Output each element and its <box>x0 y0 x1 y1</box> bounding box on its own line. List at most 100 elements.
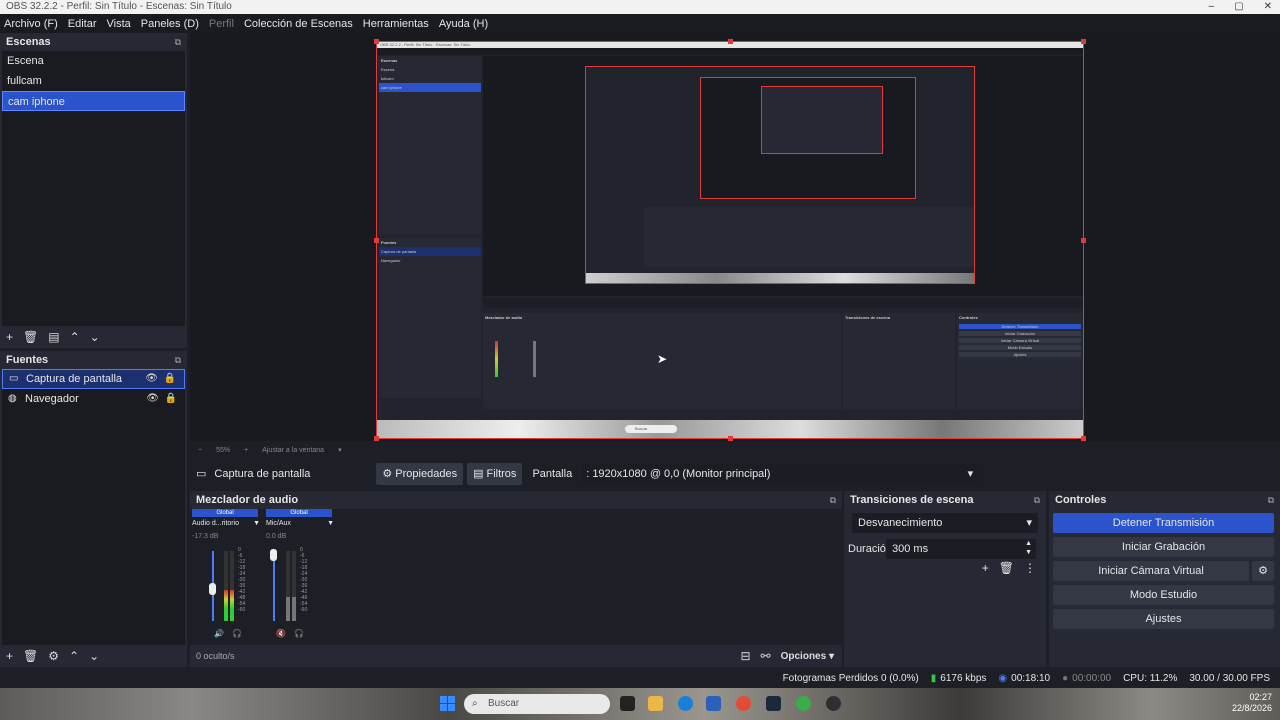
inner-recursive-canvas <box>761 86 883 154</box>
link-icon[interactable]: ⚯ <box>761 649 771 663</box>
store-icon[interactable] <box>706 696 721 711</box>
filter-icon[interactable]: ▤ <box>48 330 59 344</box>
obs-icon[interactable] <box>826 696 841 711</box>
undock-icon[interactable]: ⧉ <box>1034 491 1040 509</box>
terminal-icon[interactable] <box>620 696 635 711</box>
preview-canvas[interactable]: OBS 32.2.2 - Perfil: Sin Título - Escena… <box>374 39 1086 441</box>
fit-window-select[interactable]: Ajustar a la ventana <box>262 447 324 454</box>
resize-handle[interactable] <box>1081 238 1086 243</box>
studio-mode-button[interactable]: Modo Estudio <box>1053 585 1274 605</box>
minimize-icon[interactable]: – <box>1209 0 1215 14</box>
more-options-icon[interactable]: ⋮ <box>1024 561 1036 575</box>
resize-handle[interactable] <box>374 39 379 44</box>
lock-icon[interactable]: 🔒 <box>165 389 177 409</box>
duration-spinbox[interactable]: 300 ms ▲ ▼ <box>886 539 1036 559</box>
menu-ayuda[interactable]: Ayuda (H) <box>439 18 488 30</box>
chevron-down-icon[interactable]: ▾ <box>338 446 342 454</box>
steam-icon[interactable] <box>766 696 781 711</box>
move-up-icon[interactable]: ⌃ <box>69 649 79 663</box>
scene-item-cam-iphone[interactable]: cam iphone <box>2 91 185 111</box>
stop-stream-button[interactable]: Detener Transmisión <box>1053 513 1274 533</box>
preview-area[interactable]: OBS 32.2.2 - Perfil: Sin Título - Escena… <box>190 33 1280 441</box>
close-icon[interactable]: ✕ <box>1264 0 1272 14</box>
gear-icon: ⚙ <box>1258 565 1268 577</box>
inner-inner-docks <box>644 207 974 267</box>
volume-slider[interactable] <box>273 551 275 621</box>
scene-item-fullcam[interactable]: fullcam <box>2 71 185 91</box>
move-up-icon[interactable]: ⌃ <box>70 330 80 344</box>
source-item-navegador[interactable]: ◍ Navegador 👁 🔒 <box>2 389 185 409</box>
source-item-captura[interactable]: ▭ Captura de pantalla 👁 🔒 <box>2 369 185 389</box>
resize-handle[interactable] <box>728 39 733 44</box>
scene-item-escena[interactable]: Escena <box>2 51 185 71</box>
gear-icon: ⚙ <box>382 468 393 480</box>
options-button[interactable]: Opciones ▾ <box>781 651 834 662</box>
chevron-down-icon[interactable]: ▼ <box>327 520 334 527</box>
menu-perfil[interactable]: Perfil <box>209 18 234 30</box>
resize-handle[interactable] <box>374 436 379 441</box>
lock-icon[interactable]: 🔒 <box>164 369 176 389</box>
folder-icon[interactable] <box>648 696 663 711</box>
menu-coleccion[interactable]: Colección de Escenas <box>244 18 353 30</box>
volume-knob[interactable] <box>270 549 277 561</box>
taskbar-clock[interactable]: 02:27 22/8/2026 <box>1232 692 1272 714</box>
speaker-icon[interactable]: 🔊 <box>214 629 224 638</box>
undock-icon[interactable]: ⧉ <box>1268 491 1274 509</box>
chevron-down-icon[interactable]: ▼ <box>253 520 260 527</box>
undock-icon[interactable]: ⧉ <box>830 491 836 509</box>
trash-icon[interactable]: 🗑 <box>999 561 1014 575</box>
zoom-out-icon[interactable]: − <box>198 447 202 454</box>
channel-name[interactable]: Audio d...ritorio ▼ <box>192 520 260 527</box>
chrome-icon[interactable] <box>736 696 751 711</box>
transition-select[interactable]: Desvanecimiento <box>852 513 1038 533</box>
eye-icon[interactable]: 👁 <box>146 389 159 409</box>
scenes-header: Escenas ⧉ <box>0 33 187 51</box>
trash-icon[interactable]: 🗑 <box>23 649 38 663</box>
start-recording-button[interactable]: Iniciar Grabación <box>1053 537 1274 557</box>
undock-icon[interactable]: ⧉ <box>175 351 181 369</box>
move-down-icon[interactable]: ⌄ <box>90 330 100 344</box>
eye-icon[interactable]: 👁 <box>145 369 158 389</box>
headphones-icon[interactable]: 🎧 <box>232 629 242 638</box>
maximize-icon[interactable]: ▢ <box>1234 0 1243 14</box>
mixer-body: Global Audio d...ritorio ▼ -17.3 dB 0 -6 -1… <box>190 509 842 645</box>
add-icon[interactable]: + <box>6 330 13 344</box>
display-select[interactable]: : 1920x1080 @ 0,0 (Monitor principal) <box>582 463 978 484</box>
menu-vista[interactable]: Vista <box>107 18 131 30</box>
volume-knob[interactable] <box>209 583 216 595</box>
inner-source: Captura de pantalla <box>379 247 481 256</box>
taskbar-search[interactable]: ⌕ Buscar <box>464 694 610 714</box>
menu-editar[interactable]: Editar <box>68 18 97 30</box>
chrome-icon[interactable] <box>796 696 811 711</box>
edge-icon[interactable] <box>678 696 693 711</box>
properties-button[interactable]: ⚙ Propiedades <box>376 462 464 485</box>
meter-scale-tick: -60 <box>300 607 308 613</box>
headphones-icon[interactable]: 🎧 <box>294 629 304 638</box>
trash-icon[interactable]: 🗑 <box>23 330 38 344</box>
settings-button[interactable]: Ajustes <box>1053 609 1274 629</box>
add-icon[interactable]: + <box>6 649 13 663</box>
menu-paneles[interactable]: Paneles (D) <box>141 18 199 30</box>
resize-handle[interactable] <box>374 238 379 243</box>
menu-archivo[interactable]: Archivo (F) <box>4 18 58 30</box>
undock-icon[interactable]: ⧉ <box>175 33 181 51</box>
zoom-in-icon[interactable]: + <box>244 447 248 454</box>
move-down-icon[interactable]: ⌄ <box>89 649 99 663</box>
meter-scale: 0 -6 -12 -18 -24 -30 -36 -42 -48 -54 -60 <box>300 547 307 613</box>
menu-herramientas[interactable]: Herramientas <box>363 18 429 30</box>
transitions-header: Transiciones de escena ⧉ <box>844 491 1046 509</box>
virtual-camera-button[interactable]: Iniciar Cámara Virtual <box>1053 561 1249 581</box>
add-icon[interactable]: + <box>982 561 989 575</box>
channel-name[interactable]: Mic/Aux ▼ <box>266 520 334 527</box>
filters-button[interactable]: ▤ Filtros <box>467 462 523 485</box>
resize-handle[interactable] <box>1081 436 1086 441</box>
spin-arrows-icon[interactable]: ▲ ▼ <box>1025 539 1032 557</box>
resize-handle[interactable] <box>728 436 733 441</box>
layout-icon[interactable]: ⊟ <box>740 649 750 663</box>
virtual-camera-settings-button[interactable]: ⚙ <box>1252 561 1274 581</box>
windows-start-icon[interactable] <box>440 696 456 712</box>
muted-speaker-icon[interactable]: 🔇 <box>276 629 286 638</box>
channel-name-label: Mic/Aux <box>266 520 291 527</box>
resize-handle[interactable] <box>1081 39 1086 44</box>
gear-icon[interactable]: ⚙ <box>48 649 59 663</box>
